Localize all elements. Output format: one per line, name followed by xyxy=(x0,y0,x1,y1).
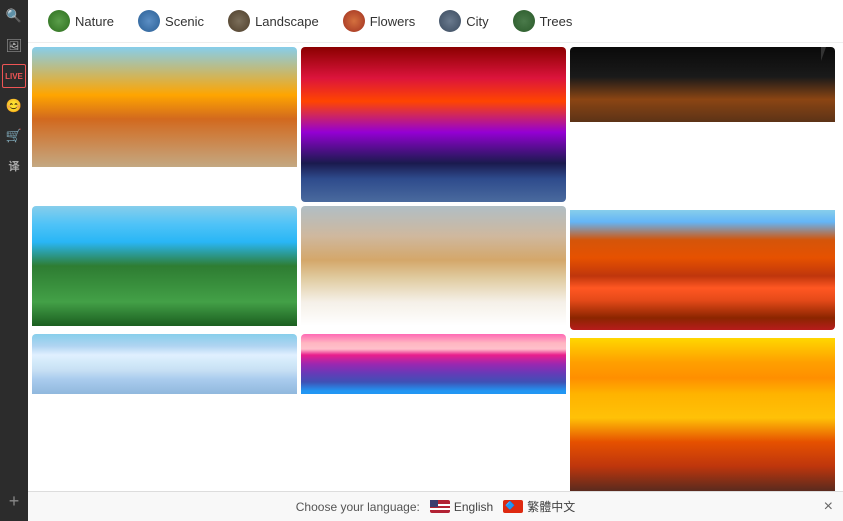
image-grid xyxy=(32,47,835,498)
image-grid-area[interactable] xyxy=(28,43,843,521)
tab-landscape[interactable]: Landscape xyxy=(218,6,329,36)
lang-bar-close[interactable]: × xyxy=(824,498,833,516)
trees-tab-icon xyxy=(513,10,535,32)
image-4 xyxy=(32,206,297,326)
flag-english xyxy=(430,500,450,513)
lang-bar-label: Choose your language: xyxy=(296,500,420,514)
smiley-icon[interactable]: 😊 xyxy=(2,94,26,118)
image-2 xyxy=(301,47,566,202)
live-icon[interactable]: LIVE xyxy=(2,64,26,88)
tab-flowers-label: Flowers xyxy=(370,14,416,29)
lang-option-english[interactable]: English xyxy=(430,500,493,514)
tab-scenic-label: Scenic xyxy=(165,14,204,29)
tab-scenic[interactable]: Scenic xyxy=(128,6,214,36)
add-icon[interactable]: + xyxy=(2,489,26,513)
image-card-5[interactable] xyxy=(301,206,566,330)
tab-trees-label: Trees xyxy=(540,14,573,29)
tab-city-label: City xyxy=(466,14,488,29)
tab-city[interactable]: City xyxy=(429,6,498,36)
city-tab-icon xyxy=(439,10,461,32)
scenic-tab-icon xyxy=(138,10,160,32)
image-card-2[interactable] xyxy=(301,47,566,202)
tab-trees[interactable]: Trees xyxy=(503,6,583,36)
image-card-6[interactable] xyxy=(570,206,835,330)
tab-flowers[interactable]: Flowers xyxy=(333,6,426,36)
image-card-7[interactable] xyxy=(32,334,297,498)
image-7 xyxy=(32,334,297,394)
landscape-tab-icon xyxy=(228,10,250,32)
image-6 xyxy=(570,210,835,330)
search-icon[interactable]: 🔍 xyxy=(2,4,26,28)
image-card-3[interactable] xyxy=(570,47,835,202)
flowers-tab-icon xyxy=(343,10,365,32)
tab-nature-label: Nature xyxy=(75,14,114,29)
translate-icon[interactable]: 译 xyxy=(2,154,26,178)
image-card-1[interactable] xyxy=(32,47,297,202)
category-tabs: Nature Scenic Landscape Flowers City Tre… xyxy=(28,0,843,43)
tab-landscape-label: Landscape xyxy=(255,14,319,29)
lang-english-label: English xyxy=(454,500,493,514)
image-3 xyxy=(570,47,835,122)
image-9 xyxy=(570,338,835,498)
language-bar: Choose your language: English 繁體中文 × xyxy=(28,491,843,521)
image-card-8[interactable] xyxy=(301,334,566,498)
cart-icon[interactable]: 🛒 xyxy=(2,124,26,148)
flag-chinese xyxy=(503,500,523,513)
image-5 xyxy=(301,206,566,326)
main-content: Nature Scenic Landscape Flowers City Tre… xyxy=(28,0,843,521)
image-card-9[interactable] xyxy=(570,334,835,498)
lang-option-chinese[interactable]: 繁體中文 xyxy=(503,498,575,515)
tab-nature[interactable]: Nature xyxy=(38,6,124,36)
image-1 xyxy=(32,47,297,167)
photo-icon[interactable]: 🖼 xyxy=(2,34,26,58)
sidebar: 🔍 🖼 LIVE 😊 🛒 译 + xyxy=(0,0,28,521)
lang-chinese-label: 繁體中文 xyxy=(527,498,575,515)
nature-tab-icon xyxy=(48,10,70,32)
image-8 xyxy=(301,334,566,394)
image-card-4[interactable] xyxy=(32,206,297,330)
